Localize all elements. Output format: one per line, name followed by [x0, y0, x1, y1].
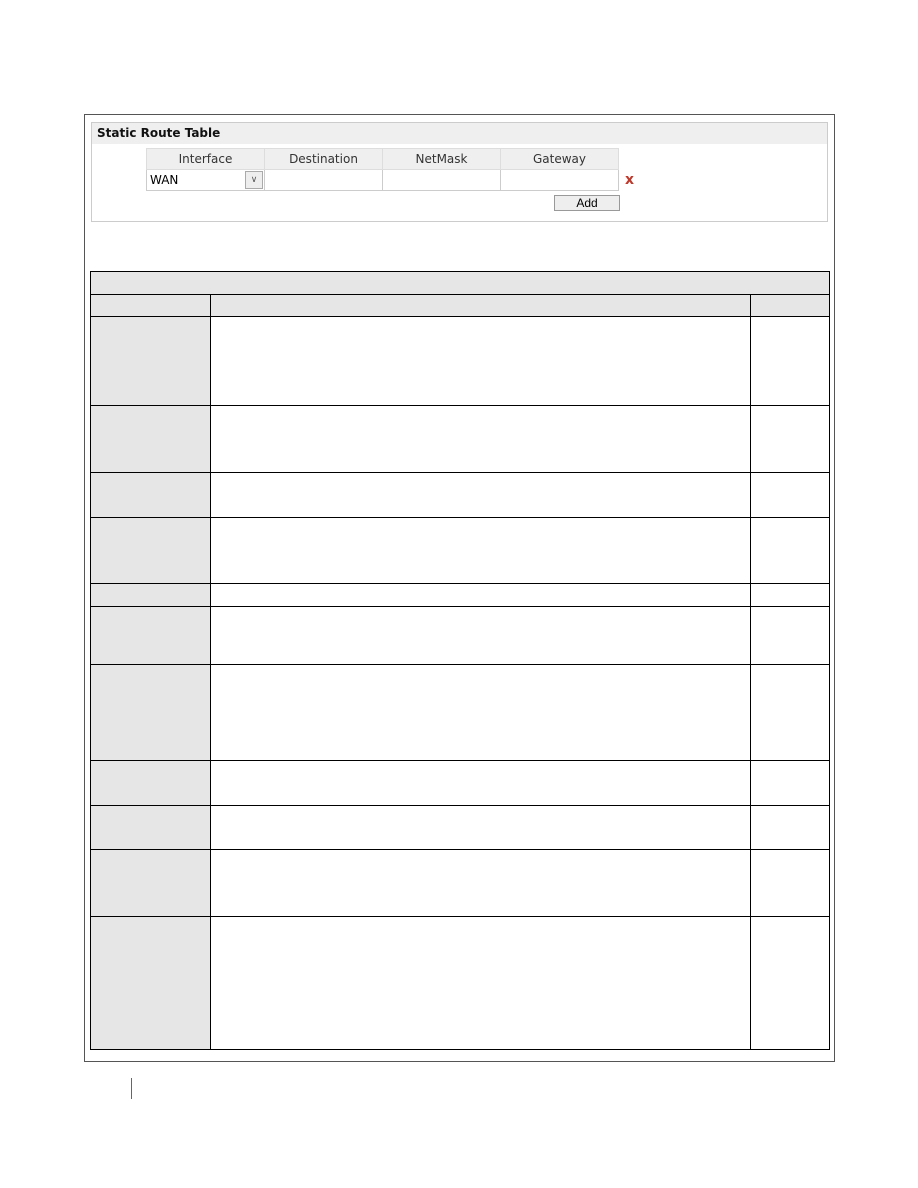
- table-cell: [90, 583, 211, 607]
- table-cell: [750, 916, 830, 1050]
- static-route-table: Interface Destination NetMask Gateway WA…: [146, 148, 619, 191]
- table-cell: [90, 606, 211, 665]
- table-cell: [750, 760, 830, 806]
- table-cell: [210, 805, 751, 850]
- table-row: [90, 316, 830, 406]
- table-cell: [90, 517, 211, 584]
- netmask-input[interactable]: [382, 169, 501, 191]
- table-cell: [750, 583, 830, 607]
- table-cell: [750, 849, 830, 917]
- table-cell: [210, 849, 751, 917]
- table-row: [90, 760, 830, 806]
- table-row: [90, 664, 830, 761]
- table-cell: [90, 849, 211, 917]
- add-button[interactable]: Add: [554, 195, 620, 211]
- table-cell: [90, 316, 211, 406]
- table-cell: [210, 583, 751, 607]
- table-row: [90, 805, 830, 850]
- col-interface: Interface: [146, 148, 265, 170]
- table-cell: [210, 664, 751, 761]
- table-cell: [750, 664, 830, 761]
- table-cell: [210, 405, 751, 473]
- header-cell: [90, 294, 211, 317]
- table-cell: [750, 606, 830, 665]
- page-margin-line: [131, 1078, 132, 1099]
- table-cell: [90, 472, 211, 518]
- table-row: [90, 916, 830, 1050]
- table-title-row: [90, 271, 830, 295]
- table-row: [90, 517, 830, 584]
- header-cell: [210, 294, 751, 317]
- table-cell: [750, 517, 830, 584]
- table-cell: [750, 472, 830, 518]
- col-gateway: Gateway: [500, 148, 619, 170]
- table-row: [90, 583, 830, 607]
- parameter-table: [90, 271, 830, 1050]
- table-cell: [210, 606, 751, 665]
- destination-input[interactable]: [264, 169, 383, 191]
- table-row: [90, 472, 830, 518]
- table-cell: [210, 517, 751, 584]
- table-cell: [90, 664, 211, 761]
- col-netmask: NetMask: [382, 148, 501, 170]
- table-row: [90, 606, 830, 665]
- header-cell: [750, 294, 830, 317]
- table-cell: [210, 916, 751, 1050]
- delete-icon[interactable]: x: [625, 172, 634, 188]
- table-row: [90, 405, 830, 473]
- chevron-down-icon[interactable]: ∨: [245, 171, 263, 189]
- table-cell: [90, 405, 211, 473]
- table-cell: [210, 316, 751, 406]
- gateway-input[interactable]: [500, 169, 619, 191]
- interface-select[interactable]: WAN ∨: [146, 169, 265, 191]
- table-row: [90, 849, 830, 917]
- panel-title: Static Route Table: [92, 123, 827, 144]
- table-cell: [90, 805, 211, 850]
- table-cell: [210, 760, 751, 806]
- col-destination: Destination: [264, 148, 383, 170]
- table-cell: [750, 805, 830, 850]
- table-cell: [90, 916, 211, 1050]
- interface-value: WAN: [150, 173, 179, 187]
- table-cell: [210, 472, 751, 518]
- table-cell: [90, 760, 211, 806]
- table-cell: [750, 405, 830, 473]
- table-cell: [750, 316, 830, 406]
